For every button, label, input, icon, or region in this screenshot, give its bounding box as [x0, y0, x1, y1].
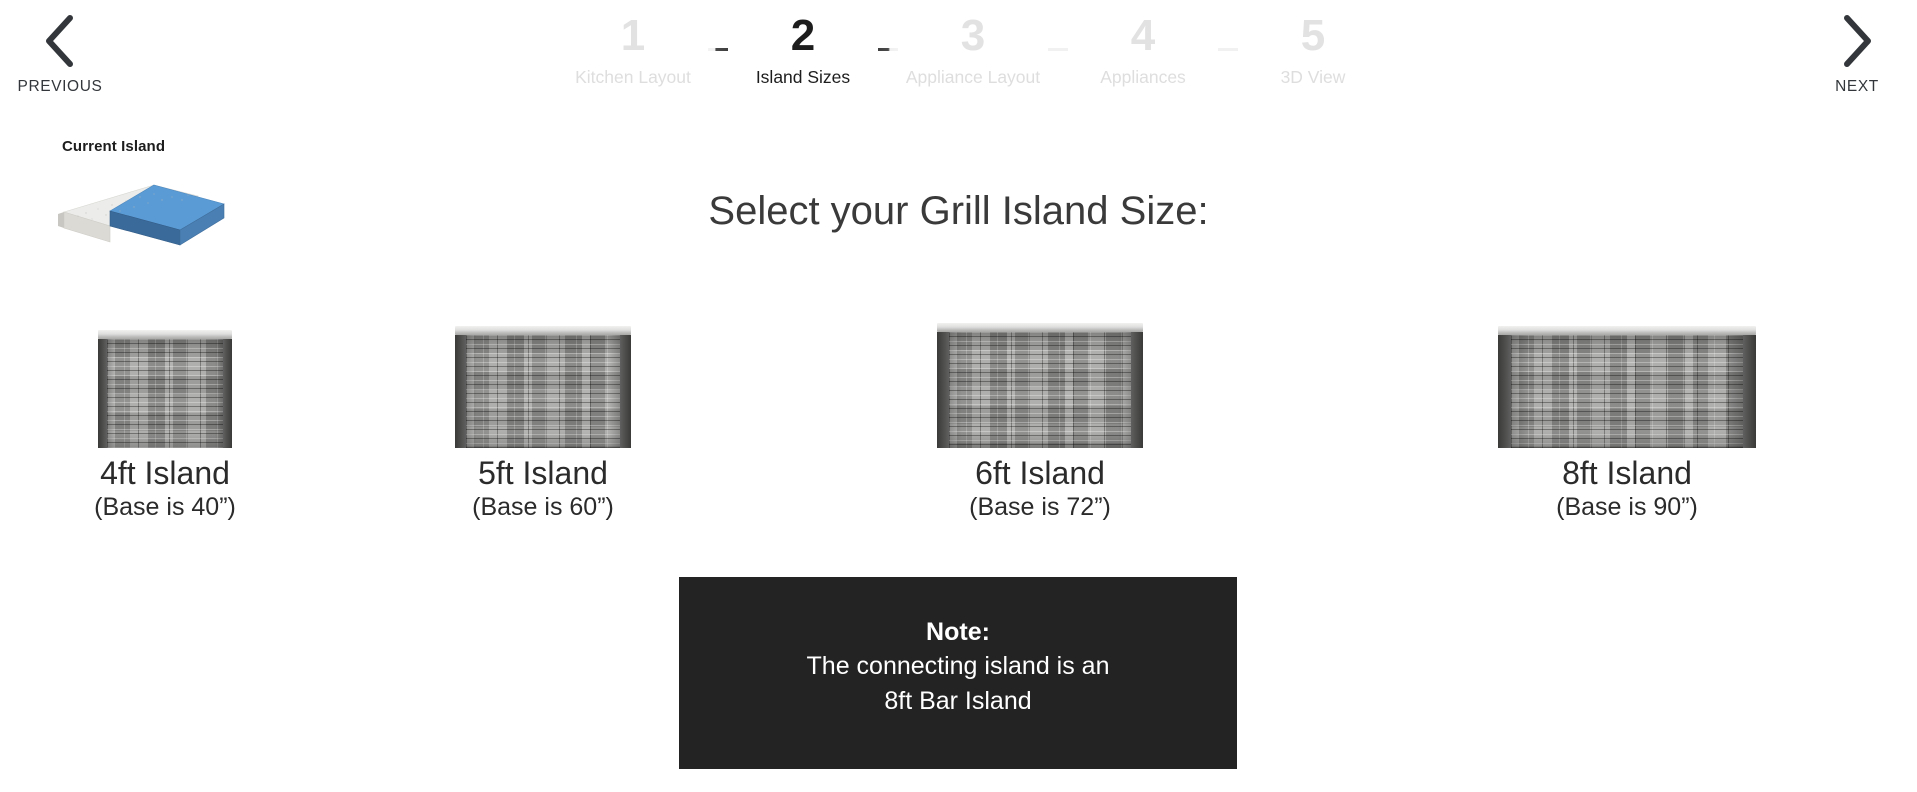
island-option-5ft[interactable]: 5ft Island (Base is 60”) [398, 326, 688, 522]
note-box: Note: The connecting island is an 8ft Ba… [679, 577, 1237, 769]
stone-island-icon [1498, 326, 1756, 448]
step-connector-1-2 [708, 48, 728, 51]
current-island-label: Current Island [62, 138, 166, 155]
stone-island-icon [937, 323, 1143, 448]
island-option-label: 8ft Island [1562, 455, 1692, 491]
step-label: 3D View [1280, 67, 1346, 87]
step-item-4[interactable]: 4 Appliances [1068, 8, 1218, 88]
island-option-label: 4ft Island [100, 455, 230, 491]
island-option-4ft[interactable]: 4ft Island (Base is 40”) [20, 330, 310, 522]
step-connector-4-5 [1218, 48, 1238, 51]
stone-island-icon [455, 326, 631, 448]
step-number: 2 [790, 11, 816, 60]
island-option-base-size: (Base is 90”) [1556, 493, 1698, 521]
step-number: 5 [1300, 11, 1326, 60]
note-title: Note: [926, 618, 990, 646]
note-line-1: The connecting island is an [806, 652, 1110, 680]
step-label: Appliance Layout [905, 67, 1041, 87]
step-item-1[interactable]: 1 Kitchen Layout [558, 8, 708, 88]
previous-button[interactable]: PREVIOUS [0, 10, 120, 96]
next-button-label: NEXT [1835, 78, 1879, 95]
step-number: 1 [620, 11, 646, 60]
island-size-options: 4ft Island (Base is 40”) 5ft Island (Bas… [0, 323, 1917, 530]
step-item-5[interactable]: 5 3D View [1238, 8, 1388, 88]
page-title: Select your Grill Island Size: [708, 189, 1209, 233]
step-label: Kitchen Layout [575, 67, 691, 87]
note-line-2: 8ft Bar Island [884, 687, 1032, 715]
step-number: 3 [960, 11, 986, 60]
island-option-6ft[interactable]: 6ft Island (Base is 72”) [895, 323, 1185, 522]
island-option-base-size: (Base is 40”) [94, 493, 236, 521]
step-item-3[interactable]: 3 Appliance Layout [898, 8, 1048, 88]
island-option-base-size: (Base is 72”) [969, 493, 1111, 521]
step-label: Appliances [1100, 67, 1186, 87]
step-progress-indicator: 1 Kitchen Layout 2 Island Sizes 3 Applia… [558, 8, 1358, 108]
step-connector-3-4 [1048, 48, 1068, 51]
island-option-base-size: (Base is 60”) [472, 493, 614, 521]
island-option-8ft[interactable]: 8ft Island (Base is 90”) [1474, 326, 1780, 522]
chevron-left-icon [0, 10, 120, 72]
step-number: 4 [1130, 11, 1156, 60]
next-button[interactable]: NEXT [1797, 10, 1917, 96]
header-bar: PREVIOUS 1 Kitchen Layout 2 Island Sizes… [0, 0, 1917, 118]
stone-island-icon [98, 330, 232, 448]
step-label: Island Sizes [755, 67, 851, 87]
island-option-label: 5ft Island [478, 455, 608, 491]
step-connector-2-3 [878, 48, 898, 51]
step-item-2[interactable]: 2 Island Sizes [728, 8, 878, 88]
island-option-label: 6ft Island [975, 455, 1105, 491]
previous-button-label: PREVIOUS [17, 78, 103, 95]
chevron-right-icon [1797, 10, 1917, 72]
